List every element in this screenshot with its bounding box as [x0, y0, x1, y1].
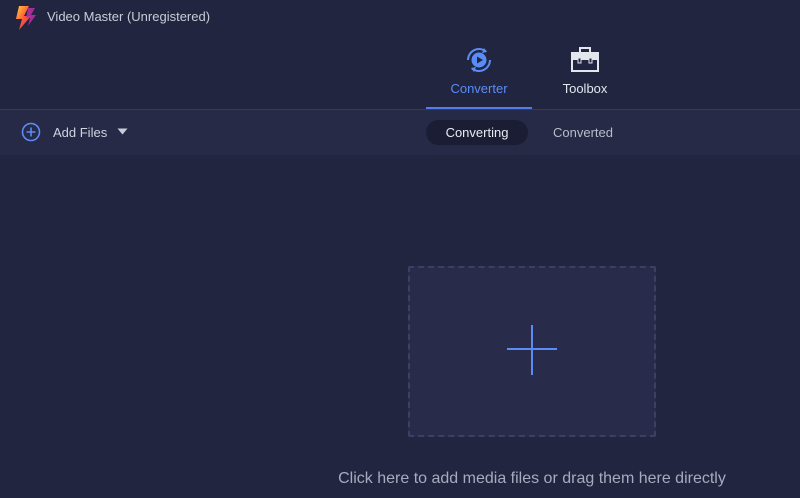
toolbox-icon [571, 47, 599, 72]
chevron-down-icon[interactable] [117, 128, 128, 135]
segment-converted[interactable]: Converted [533, 120, 633, 145]
toolbar: Add Files Converting Converted [0, 110, 800, 155]
converter-icon [466, 47, 492, 73]
add-files-label: Add Files [53, 124, 108, 140]
title-bar: Video Master (Unregistered) [0, 0, 800, 34]
add-circle-icon [21, 122, 41, 142]
plus-icon[interactable] [507, 325, 557, 375]
app-title: Video Master (Unregistered) [47, 9, 211, 24]
tab-toolbox[interactable]: Toolbox [532, 34, 638, 109]
tab-toolbox-label: Toolbox [562, 81, 608, 96]
top-navigation: Converter Toolbox [0, 34, 800, 109]
app-logo-icon [16, 6, 36, 30]
main-area [0, 155, 800, 498]
tab-converter[interactable]: Converter [426, 34, 532, 109]
tab-converter-label: Converter [450, 81, 508, 96]
drop-zone-hint: Click here to add media files or drag th… [338, 470, 726, 487]
add-files-button[interactable]: Add Files [21, 122, 107, 142]
segment-converting[interactable]: Converting [426, 120, 528, 145]
